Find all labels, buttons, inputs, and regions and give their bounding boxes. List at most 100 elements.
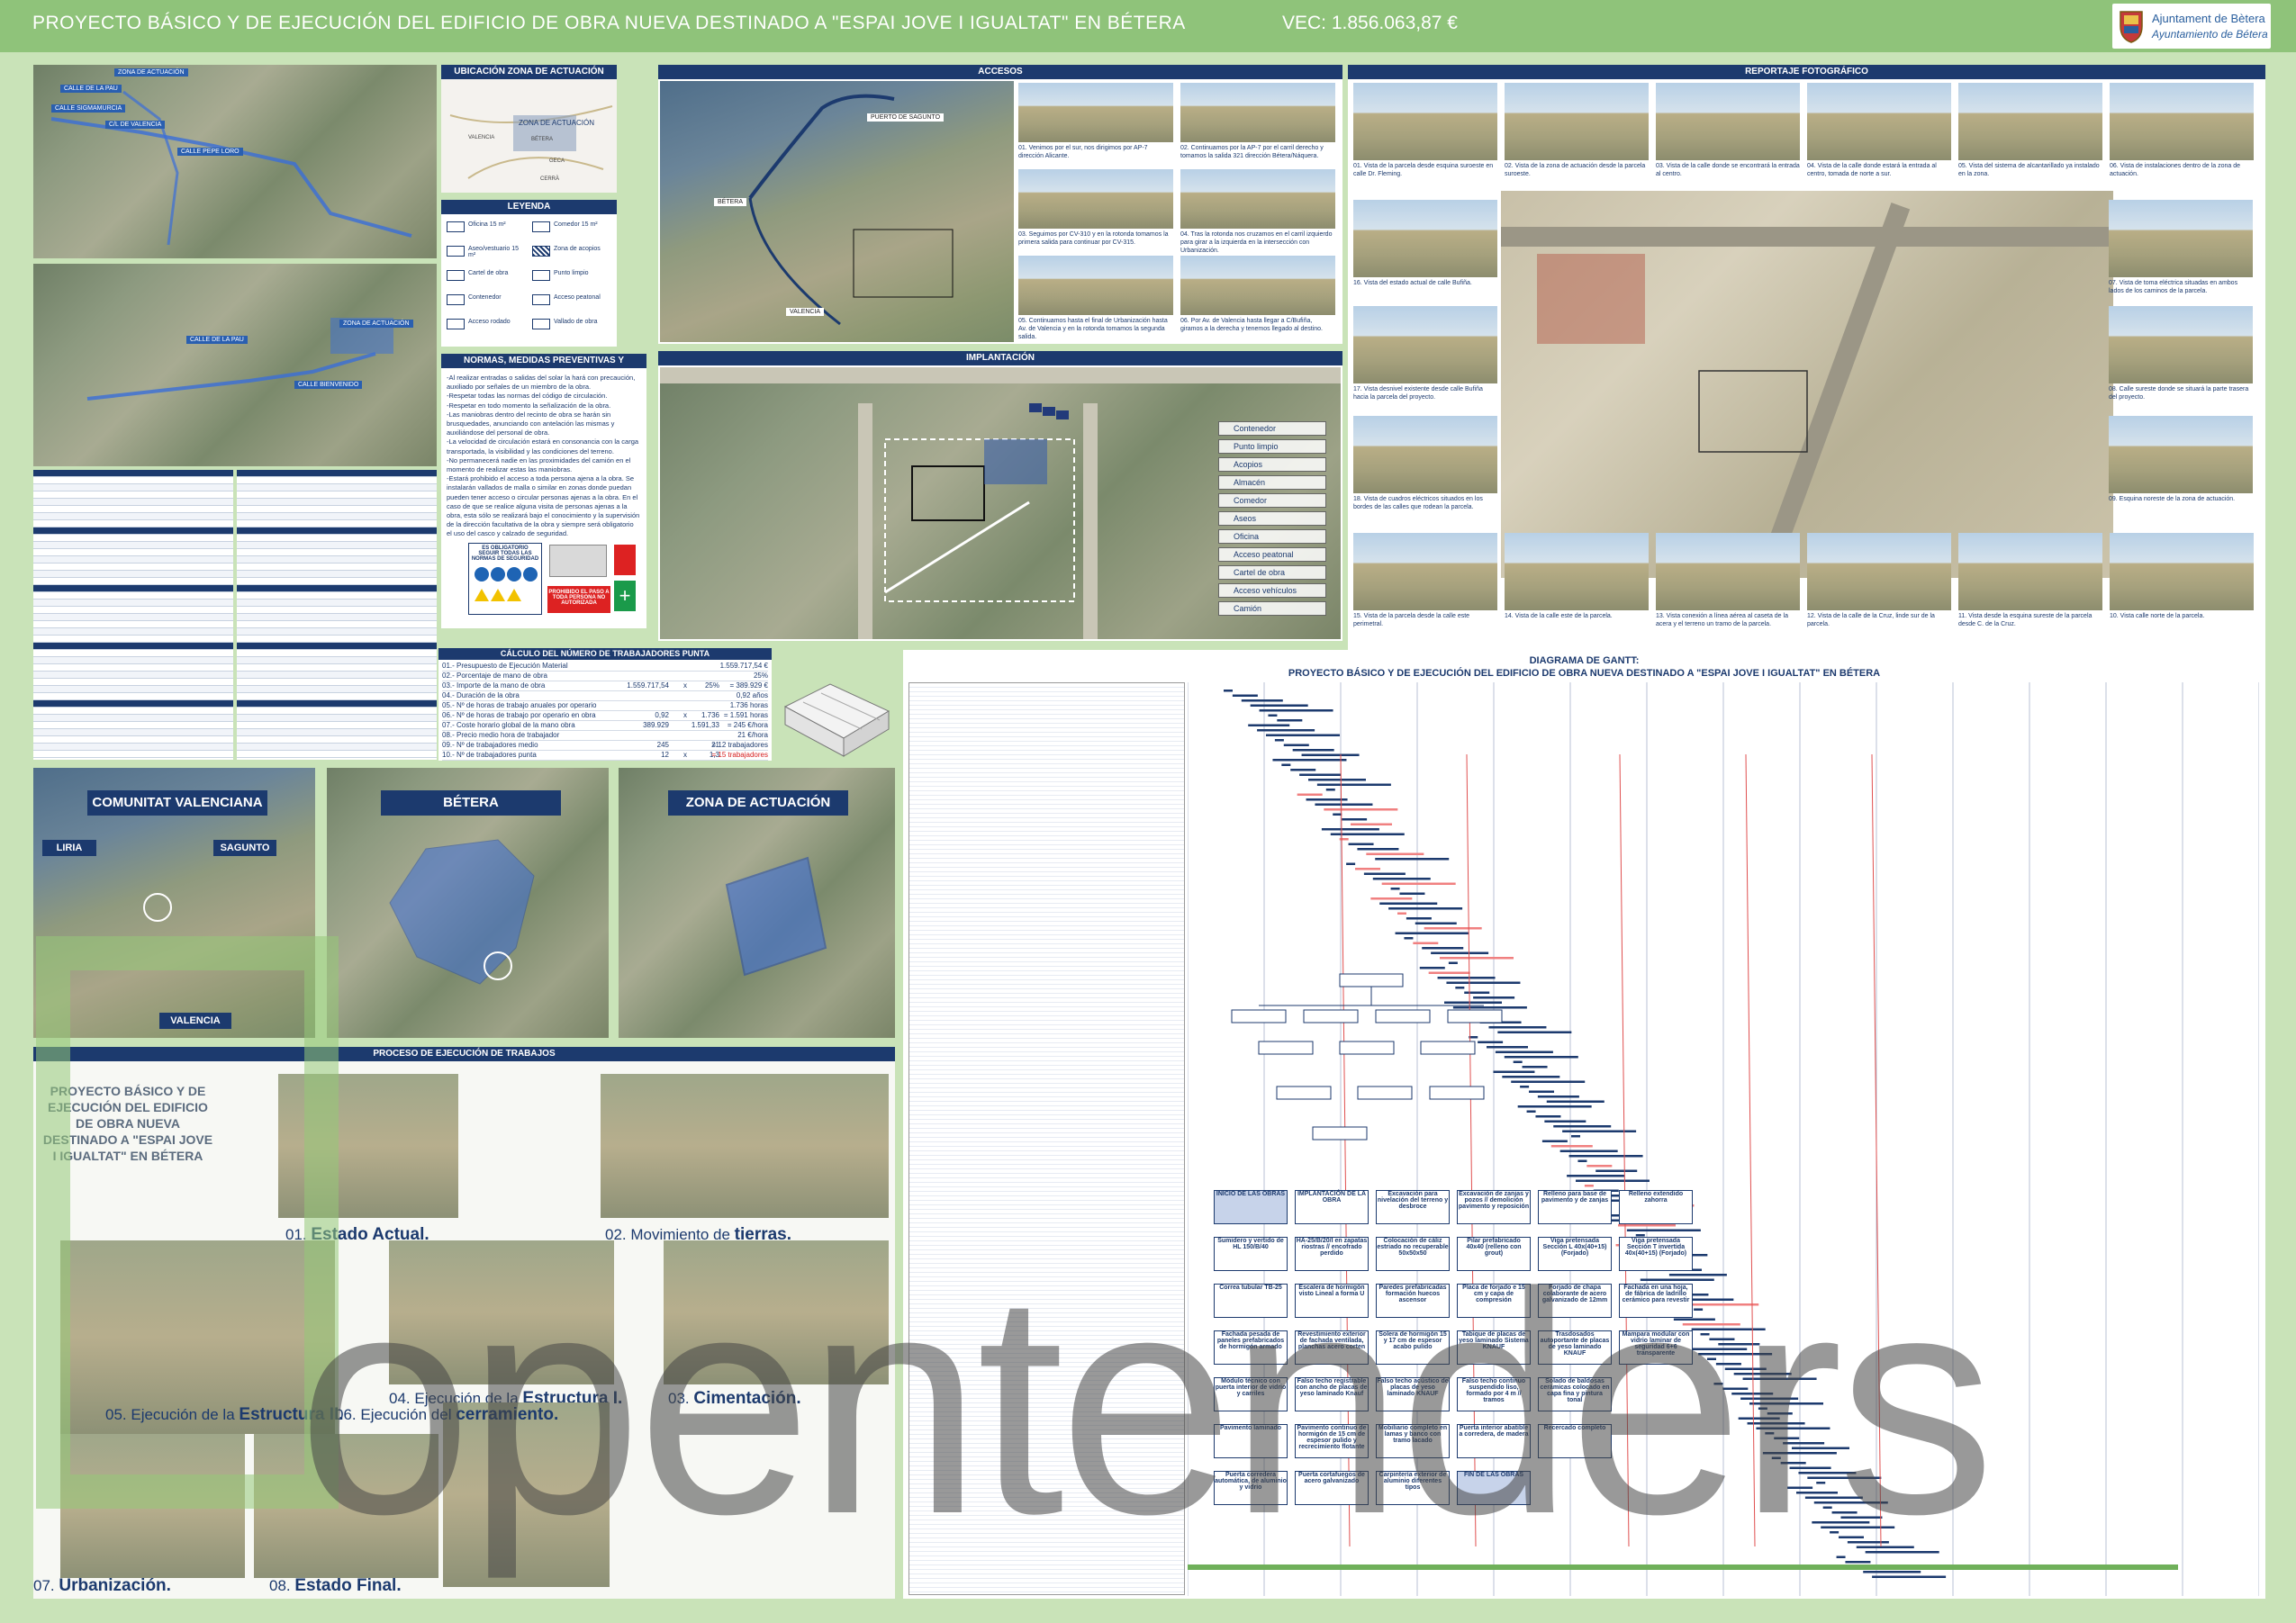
flow-step: Excavación de zanjas y pozos // demolici… — [1457, 1190, 1531, 1224]
measurement-table-left — [33, 470, 233, 760]
accesos-caption: 02. Continuamos por la AP-7 por el carri… — [1180, 145, 1324, 159]
gantt-bar — [1290, 769, 1316, 771]
gantt-bar — [1544, 1120, 1586, 1123]
reportaje-caption: 06. Vista de instalaciones dentro de la … — [2110, 163, 2241, 177]
panel-header: NORMAS, MEDIDAS PREVENTIVAS Y SEÑALIZACI… — [441, 354, 646, 380]
calculo-cell: 03.- Importe de la mano de obra — [442, 681, 546, 690]
gantt-bar — [1584, 1185, 1594, 1187]
table-row — [237, 643, 437, 650]
table-row — [33, 664, 233, 672]
accesos-photo — [1018, 256, 1173, 315]
reportaje-photo — [1353, 416, 1497, 493]
gantt-bar — [1388, 907, 1463, 910]
calculo-cell: 0,92 — [655, 711, 669, 719]
table-row — [33, 477, 233, 484]
table-row — [237, 679, 437, 686]
map-label: ZONA DE ACTUACIÓN — [339, 320, 413, 328]
gantt-bar — [1522, 1066, 1548, 1068]
table-row — [237, 491, 437, 499]
table-row — [33, 578, 233, 585]
flow-step: Relleno para base de pavimento y de zanj… — [1538, 1190, 1612, 1224]
reportaje-caption: 03. Vista de la calle donde se encontrar… — [1656, 163, 1800, 177]
table-row — [237, 672, 437, 679]
table-row — [33, 672, 233, 679]
gantt-bar — [1324, 808, 1398, 811]
table-row — [237, 600, 437, 607]
accesos-photo — [1180, 169, 1335, 229]
normas-line: de la dirección facultativa de la obra y… — [447, 520, 634, 529]
road-overlay — [50, 90, 412, 246]
gantt-bar — [1277, 719, 1303, 722]
table-row — [237, 715, 437, 722]
map-label: CALLE BIENVENIDO — [294, 381, 363, 389]
calculo-cell: 0,92 años — [736, 691, 768, 699]
table-row — [237, 621, 437, 628]
gantt-bar — [1577, 1159, 1587, 1162]
table-row — [33, 520, 233, 527]
map-label: VALENCIA — [786, 308, 825, 316]
accesos-photo — [1018, 83, 1173, 142]
table-row — [237, 499, 437, 506]
reportaje-photo — [1958, 83, 2102, 160]
calculo-cell: 07.- Coste horario global de la mano obr… — [442, 721, 575, 729]
gantt-bar — [1299, 773, 1342, 776]
normas-line: -Al realizar entradas o salidas del sola… — [447, 374, 636, 382]
table-row — [237, 708, 437, 715]
gantt-bar — [1348, 843, 1374, 845]
gantt-bar — [1268, 714, 1278, 717]
table-row — [237, 556, 437, 564]
flow-step: Relleno extendido zahorra — [1619, 1190, 1693, 1224]
normas-line: -Respetar todas las normas del código de… — [447, 392, 608, 401]
reportaje-photo — [2110, 533, 2254, 610]
calculo-cell: 12 — [661, 751, 669, 759]
ubicacion-panel: UBICACIÓN ZONA DE ACTUACIÓN ZONA DE ACTU… — [441, 65, 617, 193]
gantt-bar — [1316, 783, 1391, 786]
table-row — [33, 736, 233, 744]
calculo-cell: 06.- Nº de horas de trabajo por operario… — [442, 711, 596, 719]
step-number: 08. — [269, 1577, 295, 1594]
calculo-cell: = 389.929 € — [729, 681, 768, 690]
place-label: GECA — [549, 158, 565, 164]
gantt-bar — [1363, 872, 1406, 875]
panel-header: UBICACIÓN ZONA DE ACTUACIÓN — [441, 65, 617, 79]
calculo-cell: 389.929 — [643, 721, 669, 729]
calculo-cell: = 245 €/hora — [727, 721, 768, 729]
table-row — [237, 700, 437, 708]
axonometric-icon — [783, 683, 890, 757]
panel-header: IMPLANTACIÓN — [658, 351, 1342, 365]
gantt-bar — [1535, 1115, 1561, 1118]
table-row — [237, 628, 437, 636]
gantt-bar — [1576, 1179, 1650, 1182]
gantt-bar — [1511, 1080, 1586, 1083]
table-row — [33, 491, 233, 499]
gantt-bar — [1325, 789, 1335, 791]
gantt-bar — [1379, 902, 1438, 905]
table-row — [33, 729, 233, 736]
reportaje-photo — [1656, 533, 1800, 610]
reportaje-photo — [2109, 416, 2253, 493]
gantt-bar — [1351, 823, 1392, 825]
normas-line: -La velocidad de circulación estará en c… — [447, 437, 639, 446]
gantt-bar — [1248, 724, 1290, 726]
accesos-photo — [1180, 256, 1335, 315]
table-row — [237, 650, 437, 657]
gantt-bar — [1550, 1145, 1593, 1148]
legend-swatch — [447, 270, 465, 281]
table-row — [237, 686, 437, 693]
reportaje-caption: 17. Vista desnivel existente desde calle… — [1353, 386, 1483, 401]
table-row — [237, 477, 437, 484]
proceso-step-label: 07. Urbanización. — [33, 1576, 171, 1596]
aerial-streets — [1501, 202, 2113, 573]
table-row — [33, 636, 233, 643]
region-map-zona: ZONA DE ACTUACIÓN — [619, 768, 895, 1038]
implantacion-legend-item: Acceso peatonal — [1218, 547, 1326, 562]
municipal-logo: Ajuntament de Bètera Ayuntamiento de Bét… — [2112, 4, 2271, 49]
table-row — [237, 520, 437, 527]
table-row — [237, 614, 437, 621]
implantacion-legend-item: Cartel de obra — [1218, 565, 1326, 580]
legend-label: Aseo/vestuario 15 m² — [468, 246, 520, 258]
table-row — [237, 729, 437, 736]
table-row — [237, 578, 437, 585]
measurement-table-right — [237, 470, 437, 760]
gantt-bar — [1529, 1090, 1554, 1093]
